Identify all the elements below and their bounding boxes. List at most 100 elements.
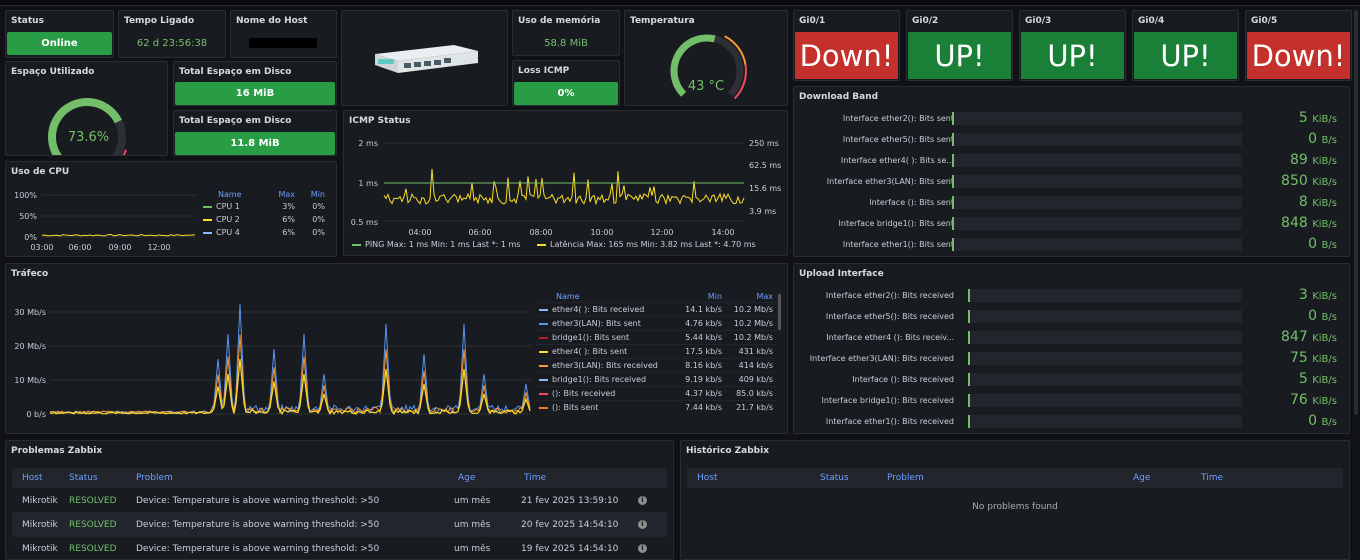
hostname-redacted (249, 38, 317, 48)
panel-title: Nome do Host (236, 16, 308, 26)
svg-text:1 ms: 1 ms (358, 179, 378, 188)
port-name: Gi0/5 (1251, 16, 1278, 26)
disk-total-value: 16 MiB (175, 82, 335, 105)
col-age[interactable]: Age (1133, 473, 1150, 483)
svg-text:3.9 ms: 3.9 ms (749, 207, 776, 216)
y-tick: 50% (19, 212, 37, 221)
legend-scrollbar[interactable] (778, 294, 781, 330)
bar-row: Interface ether3(LAN): Bits sent 850 KiB/… (794, 173, 1349, 193)
uptime-value: 62 d 23:56:38 (136, 38, 208, 49)
legend-row[interactable]: ether4( ): Bits sent 17.5 kb/s 431 kb/s (536, 344, 776, 359)
legend-header: Max (278, 190, 295, 199)
panel-title: Download Band (799, 92, 879, 102)
bar-label: Interface ether4( ): Bits se... (840, 156, 954, 165)
disk-total-panel-1: Total Espaço em Disco 16 MiB (173, 61, 337, 106)
col-host[interactable]: Host (697, 473, 718, 483)
bar-value: 5 KiB/s (1298, 110, 1337, 126)
cpu-panel: Uso de CPU 100% 50% 0% 03:00 06:00 09:00… (5, 161, 337, 257)
bar-fill (952, 217, 954, 230)
bar-label: Interface (): Bits received (852, 375, 954, 384)
bar-track (968, 415, 1242, 428)
bar-value: 0 B/s (1308, 308, 1337, 324)
bar-value: 89 KiB/s (1289, 152, 1337, 168)
bar-value: 847 KiB/s (1281, 329, 1337, 345)
bar-label: Interface ether1(): Bits received (825, 417, 954, 426)
bar-label: Interface ether3(LAN): Bits sent (826, 177, 954, 186)
bar-track (952, 154, 1242, 167)
cpu-chart: 100% 50% 0% 03:00 06:00 09:00 12:00 (14, 191, 196, 252)
legend-row[interactable]: ether4( ): Bits received 14.1 kb/s 10.2 Mb… (536, 302, 776, 317)
legend-row[interactable]: (): Bits sent 7.44 kb/s 21.7 kb/s (536, 400, 776, 415)
col-problem[interactable]: Problem (136, 473, 173, 483)
bar-row: Interface ether5(): Bits sent 0 B/s (794, 131, 1349, 151)
bar-fill (952, 154, 954, 167)
svg-text:15.6 ms: 15.6 ms (749, 184, 781, 193)
col-status[interactable]: Status (820, 473, 849, 483)
disk-total-panel-2: Total Espaço em Disco 11.8 MiB (173, 110, 337, 156)
bar-fill (952, 238, 954, 251)
col-status[interactable]: Status (69, 473, 98, 483)
svg-text:20 Mb/s: 20 Mb/s (14, 342, 46, 351)
bar-value: 75 KiB/s (1289, 350, 1337, 366)
table-row[interactable]: Mikrotik RESOLVED Device: Temperature is a… (12, 489, 667, 513)
traffic-panel: Tráfeco 30 Mb/s 20 Mb/s 10 Mb/s 0 b/s 04… (5, 263, 788, 434)
history-panel: Histórico Zabbix Host Status Problem Age… (680, 440, 1350, 560)
svg-text:250 ms: 250 ms (749, 139, 779, 148)
table-row[interactable]: Mikrotik RESOLVED Device: Temperature is a… (12, 513, 667, 537)
memory-value: 58.8 MiB (544, 38, 588, 49)
col-age[interactable]: Age (458, 473, 475, 483)
bar-track (952, 217, 1242, 230)
legend-row[interactable]: ether3(LAN): Bits received 8.16 kb/s 414 k… (536, 358, 776, 373)
legend-row[interactable]: (): Bits received 4.37 kb/s 85.0 kb/s (536, 386, 776, 401)
bar-value: 0 B/s (1308, 413, 1337, 429)
temperature-value: 43 °C (687, 79, 725, 94)
bar-fill (952, 112, 954, 125)
bar-row: Interface ether1(): Bits sent 0 B/s (794, 236, 1349, 256)
legend-row[interactable]: bridge1(): Bits sent 5.44 kb/s 10.2 Mb/s (536, 330, 776, 345)
bar-row: Interface ether1(): Bits received 0 B/s (794, 413, 1349, 433)
col-problem[interactable]: Problem (887, 473, 924, 483)
bar-row: Interface ether3(LAN): Bits received 75 K… (794, 350, 1349, 370)
problems-panel: Problemas Zabbix Host Status Problem Age… (5, 440, 674, 560)
port-panel: Gi0/4 UP! (1132, 10, 1239, 81)
top-bar (0, 0, 1360, 6)
bar-value: 5 KiB/s (1298, 371, 1337, 387)
info-icon[interactable]: i (638, 520, 647, 529)
bar-track (968, 394, 1242, 407)
legend-row: CPU 1 3% 0% (200, 200, 328, 213)
col-host[interactable]: Host (22, 473, 43, 483)
svg-text:08:00: 08:00 (529, 228, 552, 237)
bar-fill (968, 352, 970, 365)
memory-panel: Uso de memória 58.8 MiB (512, 10, 620, 56)
icmp-loss-value: 0% (514, 82, 618, 105)
bar-fill (968, 289, 970, 302)
bar-track (952, 133, 1242, 146)
table-header: Host Status Problem Age Time (687, 468, 1343, 488)
legend-row: CPU 2 6% 0% (200, 213, 328, 226)
port-state: UP! (1021, 32, 1124, 79)
bar-fill (952, 133, 954, 146)
bar-label: Interface bridge1(): Bits received (821, 396, 954, 405)
upload-interface-panel: Upload Interface Interface ether2(): Bit… (793, 263, 1350, 434)
svg-text:2 ms: 2 ms (358, 139, 378, 148)
legend-row: CPU 4 6% 0% (200, 226, 328, 239)
col-time[interactable]: Time (524, 473, 546, 483)
disk-used-value: 73.6% (67, 130, 110, 145)
svg-text:10 Mb/s: 10 Mb/s (14, 376, 46, 385)
router-image-panel (341, 10, 508, 106)
bar-track (952, 196, 1242, 209)
bar-label: Interface ether2(): Bits sent (842, 114, 954, 123)
col-time[interactable]: Time (1201, 473, 1223, 483)
page-scrollbar[interactable] (1354, 10, 1358, 415)
bar-label: Interface ether4 (): Bits receiv... (826, 333, 954, 342)
table-row[interactable]: Mikrotik RESOLVED Device: Temperature is a… (12, 537, 667, 559)
bar-row: Interface bridge1(): Bits received 76 KiB… (794, 392, 1349, 412)
port-panel: Gi0/1 Down! (793, 10, 900, 81)
legend-header: Name (218, 190, 242, 199)
icmp-chart: 2 ms 1 ms 0.5 ms 250 ms 62.5 ms 15.6 ms … (351, 139, 782, 237)
legend-row[interactable]: ether3(LAN): Bits sent 4.76 kb/s 10.2 Mb/s (536, 316, 776, 331)
empty-message: No problems found (972, 502, 1058, 512)
info-icon[interactable]: i (638, 496, 647, 505)
status-panel: Status Online (5, 10, 114, 58)
legend-row[interactable]: bridge1(): Bits received 9.19 kb/s 409 kb/… (536, 372, 776, 387)
